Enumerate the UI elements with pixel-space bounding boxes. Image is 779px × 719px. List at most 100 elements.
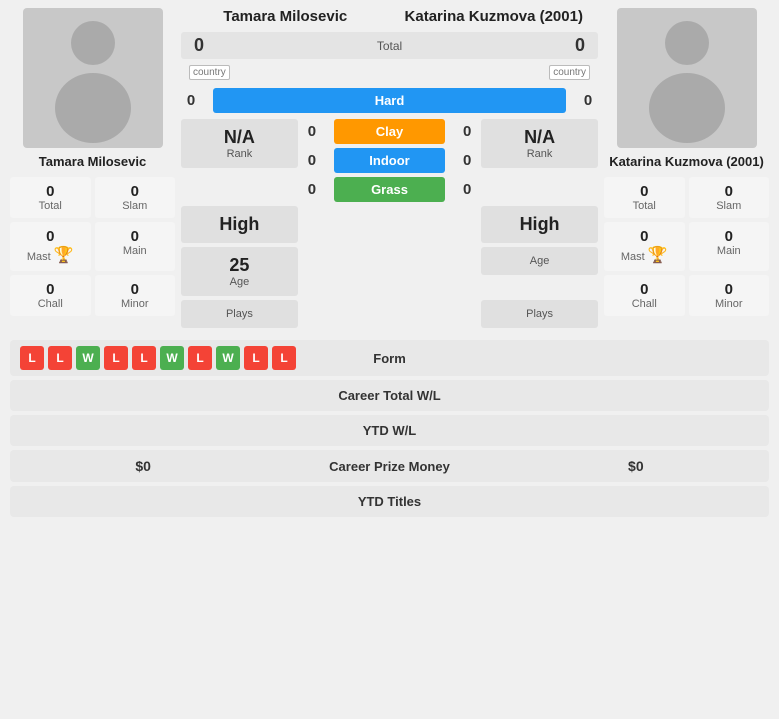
left-total-value: 0	[14, 183, 87, 200]
form-badges-left: LLWLLWLWLL	[20, 346, 354, 370]
left-plays-label: Plays	[191, 308, 288, 320]
form-badge-l: L	[132, 346, 156, 370]
left-plays-panel: Plays	[181, 300, 298, 328]
left-age-panel: 25 Age	[181, 247, 298, 296]
left-mast-stat: 0 Mast 🏆	[10, 222, 91, 271]
left-mast-value: 0	[14, 228, 87, 245]
right-player-name: Katarina Kuzmova (2001)	[609, 154, 764, 169]
score-total-right: 0	[570, 35, 590, 56]
left-total-stat: 0 Total	[10, 177, 91, 218]
form-badge-l: L	[20, 346, 44, 370]
left-trophy-icon: 🏆	[54, 245, 74, 265]
right-chall-stat: 0 Chall	[604, 275, 685, 316]
right-slam-label: Slam	[693, 200, 766, 212]
right-mast-value: 0	[608, 228, 681, 245]
score-indoor-right: 0	[457, 152, 477, 169]
grass-surface-btn[interactable]: Grass	[334, 177, 445, 202]
score-total-left: 0	[189, 35, 209, 56]
right-total-value: 0	[608, 183, 681, 200]
form-badge-w: W	[76, 346, 100, 370]
left-age-value: 25	[191, 255, 288, 276]
right-high-value: High	[491, 214, 588, 235]
right-mast-stat: 0 Mast 🏆	[604, 222, 685, 271]
right-high-panel: High	[481, 206, 598, 243]
right-minor-label: Minor	[693, 298, 766, 310]
right-slam-stat: 0 Slam	[689, 177, 770, 218]
left-total-label: Total	[14, 200, 87, 212]
right-rank-value: N/A	[491, 127, 588, 148]
left-rank-sub: Rank	[191, 148, 288, 160]
form-badge-w: W	[160, 346, 184, 370]
right-minor-stat: 0 Minor	[689, 275, 770, 316]
career-total-row: Career Total W/L	[10, 380, 769, 411]
score-hard-left: 0	[181, 92, 201, 109]
career-total-label: Career Total W/L	[266, 388, 512, 403]
score-hard-right: 0	[578, 92, 598, 109]
right-rank-sub: Rank	[491, 148, 588, 160]
right-name-center: Katarina Kuzmova (2001)	[390, 8, 599, 26]
form-badge-l: L	[244, 346, 268, 370]
left-minor-stat: 0 Minor	[95, 275, 176, 316]
prize-right-value: $0	[513, 458, 759, 474]
score-clay-right: 0	[457, 123, 477, 140]
right-minor-value: 0	[693, 281, 766, 298]
score-total-label: Total	[215, 39, 564, 53]
left-main-value: 0	[99, 228, 172, 245]
right-trophy-icon: 🏆	[648, 245, 668, 265]
left-slam-stat: 0 Slam	[95, 177, 176, 218]
right-slam-value: 0	[693, 183, 766, 200]
right-player-avatar	[617, 8, 757, 148]
ytd-titles-row: YTD Titles	[10, 486, 769, 517]
ytd-titles-label: YTD Titles	[266, 494, 512, 509]
right-main-label: Main	[693, 245, 766, 257]
score-clay-left: 0	[302, 123, 322, 140]
left-name-center: Tamara Milosevic	[181, 8, 390, 26]
left-mast-label: Mast 🏆	[14, 245, 87, 265]
score-indoor-left: 0	[302, 152, 322, 169]
form-badge-l: L	[48, 346, 72, 370]
indoor-surface-btn[interactable]: Indoor	[334, 148, 445, 173]
left-player-card: Tamara Milosevic 0 Total 0 Slam 0 Mast 🏆	[10, 8, 175, 316]
left-main-stat: 0 Main	[95, 222, 176, 271]
left-player-name: Tamara Milosevic	[39, 154, 146, 169]
right-plays-label: Plays	[491, 308, 588, 320]
clay-surface-btn[interactable]: Clay	[334, 119, 445, 144]
right-rank-panel: N/A Rank	[481, 119, 598, 168]
right-main-value: 0	[693, 228, 766, 245]
form-badge-l: L	[104, 346, 128, 370]
left-high-panel: High	[181, 206, 298, 243]
center-block: Tamara Milosevic Katarina Kuzmova (2001)…	[181, 8, 598, 328]
form-badge-w: W	[216, 346, 240, 370]
form-badge-l: L	[272, 346, 296, 370]
right-total-label: Total	[608, 200, 681, 212]
right-player-card: Katarina Kuzmova (2001) 0 Total 0 Slam 0…	[604, 8, 769, 316]
form-row: LLWLLWLWLL Form	[10, 340, 769, 376]
prize-left-value: $0	[20, 458, 266, 474]
left-country-flag: country	[189, 65, 230, 80]
left-minor-value: 0	[99, 281, 172, 298]
comparison-section: Tamara Milosevic 0 Total 0 Slam 0 Mast 🏆	[0, 0, 779, 336]
left-high-value: High	[191, 214, 288, 235]
bottom-section: LLWLLWLWLL Form Career Total W/L YTD W/L…	[0, 336, 779, 521]
right-chall-label: Chall	[608, 298, 681, 310]
form-label: Form	[360, 351, 420, 366]
main-container: Tamara Milosevic 0 Total 0 Slam 0 Mast 🏆	[0, 0, 779, 521]
prize-row: $0 Career Prize Money $0	[10, 450, 769, 482]
prize-label: Career Prize Money	[266, 459, 512, 474]
right-stats-grid: 0 Total 0 Slam 0 Mast 🏆 0 Main	[604, 177, 769, 316]
left-minor-label: Minor	[99, 298, 172, 310]
right-age-panel: Age	[481, 247, 598, 275]
left-chall-label: Chall	[14, 298, 87, 310]
right-main-stat: 0 Main	[689, 222, 770, 271]
right-total-stat: 0 Total	[604, 177, 685, 218]
left-slam-label: Slam	[99, 200, 172, 212]
left-main-label: Main	[99, 245, 172, 257]
hard-surface-btn[interactable]: Hard	[213, 88, 566, 113]
left-rank-panel: N/A Rank	[181, 119, 298, 168]
left-slam-value: 0	[99, 183, 172, 200]
form-badge-l: L	[188, 346, 212, 370]
ytd-wl-row: YTD W/L	[10, 415, 769, 446]
left-chall-value: 0	[14, 281, 87, 298]
score-grass-right: 0	[457, 181, 477, 198]
right-chall-value: 0	[608, 281, 681, 298]
